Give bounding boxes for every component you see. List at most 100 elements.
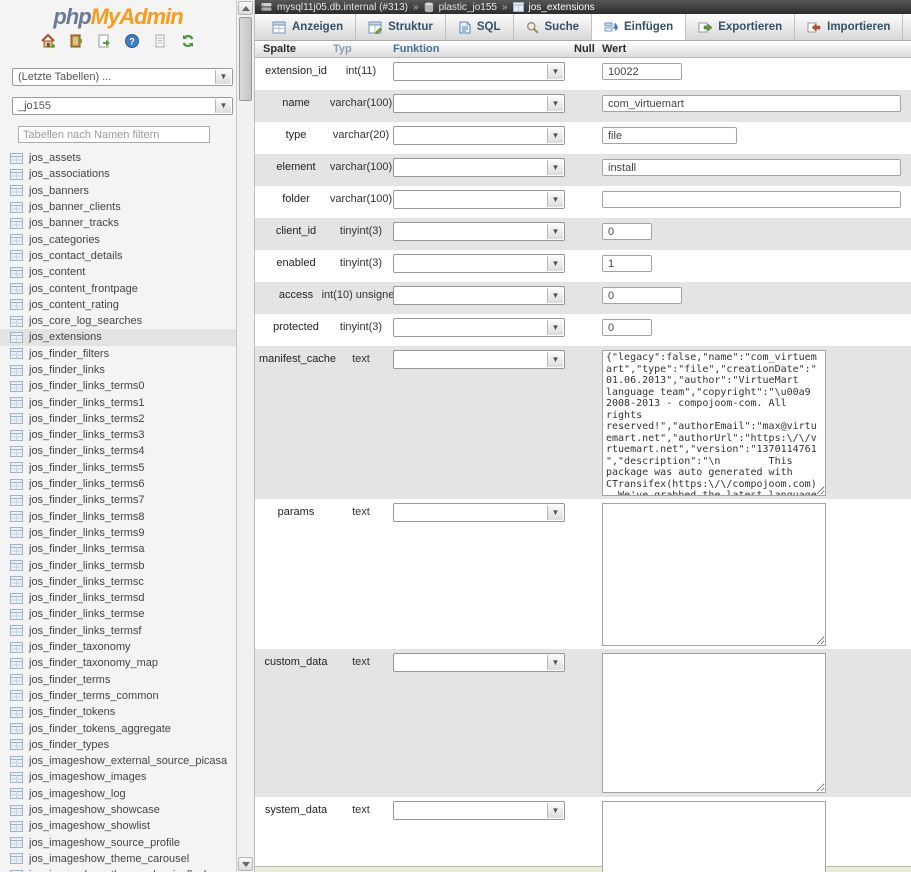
sidebar-table-item[interactable]: jos_finder_filters: [0, 346, 236, 362]
structure-icon: [368, 21, 382, 34]
sidebar-table-item[interactable]: jos_finder_links_terms3: [0, 427, 236, 443]
tab-sql[interactable]: SQL: [446, 14, 514, 40]
sidebar-table-item[interactable]: jos_categories: [0, 231, 236, 247]
tab-anzeigen[interactable]: Anzeigen: [260, 14, 356, 40]
value-input[interactable]: [602, 191, 901, 208]
sidebar-table-item[interactable]: jos_banner_tracks: [0, 215, 236, 231]
sidebar-table-item[interactable]: jos_contact_details: [0, 248, 236, 264]
sidebar-table-label: jos_finder_taxonomy: [29, 641, 131, 653]
value-textarea[interactable]: [602, 801, 826, 872]
scroll-up-button[interactable]: [238, 1, 253, 15]
sidebar-table-item[interactable]: jos_finder_tokens: [0, 704, 236, 720]
tab-suche[interactable]: Suche: [514, 14, 593, 40]
function-select[interactable]: ▼: [393, 190, 565, 209]
sidebar-table-item[interactable]: jos_finder_taxonomy_map: [0, 655, 236, 671]
function-select[interactable]: ▼: [393, 222, 565, 241]
tab-importieren[interactable]: Importieren: [795, 14, 903, 40]
sidebar-table-item[interactable]: jos_finder_links_terms9: [0, 525, 236, 541]
sidebar-table-item[interactable]: jos_content: [0, 264, 236, 280]
sidebar-table-item[interactable]: jos_finder_links_termsb: [0, 557, 236, 573]
tab-operationen[interactable]: Operationen: [903, 14, 911, 40]
sidebar-table-item[interactable]: jos_finder_taxonomy: [0, 639, 236, 655]
sidebar-table-item[interactable]: jos_imageshow_log: [0, 786, 236, 802]
sidebar-table-item[interactable]: jos_imageshow_external_source_picasa: [0, 753, 236, 769]
value-textarea[interactable]: [602, 503, 826, 646]
sidebar-table-item[interactable]: jos_finder_terms: [0, 672, 236, 688]
sidebar-scrollbar[interactable]: [237, 0, 255, 872]
sidebar-table-item[interactable]: jos_finder_links_terms1: [0, 394, 236, 410]
logout-icon[interactable]: [68, 33, 84, 49]
value-input[interactable]: [602, 95, 901, 112]
sidebar-table-item[interactable]: jos_finder_types: [0, 737, 236, 753]
sidebar-table-item[interactable]: jos_associations: [0, 166, 236, 182]
breadcrumb-database[interactable]: plastic_jo155: [439, 2, 497, 13]
sidebar-table-item[interactable]: jos_content_frontpage: [0, 280, 236, 296]
database-select[interactable]: _jo155▼: [12, 97, 233, 115]
value-input[interactable]: [602, 223, 652, 240]
value-input[interactable]: [602, 319, 652, 336]
home-icon[interactable]: [40, 33, 56, 49]
value-textarea[interactable]: [602, 653, 826, 793]
docs-icon[interactable]: [152, 33, 168, 49]
table-filter-input[interactable]: [18, 126, 210, 143]
sidebar-table-item[interactable]: jos_finder_terms_common: [0, 688, 236, 704]
sidebar-table-item[interactable]: jos_finder_links_terms4: [0, 443, 236, 459]
export-icon[interactable]: [96, 33, 112, 49]
function-select[interactable]: ▼: [393, 318, 565, 337]
header-funktion[interactable]: Funktion: [389, 43, 574, 55]
sidebar-table-item[interactable]: jos_banners: [0, 183, 236, 199]
value-input[interactable]: [602, 287, 682, 304]
sidebar-table-item[interactable]: jos_finder_links_terms0: [0, 378, 236, 394]
scrollbar-thumb[interactable]: [239, 17, 252, 101]
sidebar-table-item[interactable]: jos_imageshow_source_profile: [0, 834, 236, 850]
sidebar-table-item[interactable]: jos_finder_links_termsc: [0, 574, 236, 590]
sidebar-table-item[interactable]: jos_finder_links_termse: [0, 606, 236, 622]
function-select[interactable]: ▼: [393, 254, 565, 273]
function-select[interactable]: ▼: [393, 94, 565, 113]
breadcrumb-table[interactable]: jos_extensions: [529, 2, 595, 13]
sidebar-table-item[interactable]: jos_finder_links_terms8: [0, 509, 236, 525]
sidebar-table-item[interactable]: jos_finder_links_terms2: [0, 411, 236, 427]
sidebar-table-item[interactable]: jos_content_rating: [0, 297, 236, 313]
scroll-down-button[interactable]: [238, 857, 253, 871]
value-input[interactable]: [602, 63, 682, 80]
sidebar-table-item[interactable]: jos_finder_links_terms6: [0, 476, 236, 492]
sidebar-table-item[interactable]: jos_imageshow_theme_classic_flash: [0, 867, 236, 872]
recent-tables-select[interactable]: (Letzte Tabellen) ...▼: [12, 68, 233, 86]
sidebar-table-item[interactable]: jos_core_log_searches: [0, 313, 236, 329]
sidebar-table-item[interactable]: jos_imageshow_images: [0, 769, 236, 785]
function-select[interactable]: ▼: [393, 286, 565, 305]
phpmyadmin-logo[interactable]: phpMyAdmin: [0, 0, 236, 26]
function-select[interactable]: ▼: [393, 801, 565, 820]
sidebar-table-item[interactable]: jos_imageshow_showlist: [0, 818, 236, 834]
function-select[interactable]: ▼: [393, 653, 565, 672]
help-icon[interactable]: ?: [124, 33, 140, 49]
tab-einfuegen[interactable]: Einfügen: [592, 14, 686, 40]
value-input[interactable]: [602, 255, 652, 272]
sidebar-table-item[interactable]: jos_assets: [0, 150, 236, 166]
sidebar-table-item[interactable]: jos_finder_links_termsa: [0, 541, 236, 557]
sidebar-table-item[interactable]: jos_finder_links_terms7: [0, 492, 236, 508]
sidebar-table-item[interactable]: jos_finder_links_termsd: [0, 590, 236, 606]
function-select[interactable]: ▼: [393, 503, 565, 522]
function-select[interactable]: ▼: [393, 158, 565, 177]
sidebar-table-item[interactable]: jos_finder_links: [0, 362, 236, 378]
sidebar-table-item[interactable]: jos_banner_clients: [0, 199, 236, 215]
value-input[interactable]: [602, 159, 901, 176]
sidebar-table-item[interactable]: jos_imageshow_showcase: [0, 802, 236, 818]
function-select[interactable]: ▼: [393, 126, 565, 145]
tab-struktur[interactable]: Struktur: [356, 14, 446, 40]
function-select[interactable]: ▼: [393, 62, 565, 81]
sidebar-table-item[interactable]: jos_imageshow_theme_carousel: [0, 851, 236, 867]
breadcrumb-server[interactable]: mysql11j05.db.internal (#313): [277, 2, 408, 13]
sidebar-table-item[interactable]: jos_finder_links_termsf: [0, 623, 236, 639]
function-select[interactable]: ▼: [393, 350, 565, 369]
tab-exportieren[interactable]: Exportieren: [686, 14, 795, 40]
sidebar-table-item[interactable]: jos_finder_links_terms5: [0, 460, 236, 476]
table-icon: [10, 658, 23, 669]
value-textarea[interactable]: {"legacy":false,"name":"com_virtuemart",…: [602, 350, 826, 496]
refresh-icon[interactable]: [180, 33, 196, 49]
value-input[interactable]: [602, 127, 737, 144]
sidebar-table-item[interactable]: jos_extensions: [0, 329, 236, 345]
sidebar-table-item[interactable]: jos_finder_tokens_aggregate: [0, 720, 236, 736]
